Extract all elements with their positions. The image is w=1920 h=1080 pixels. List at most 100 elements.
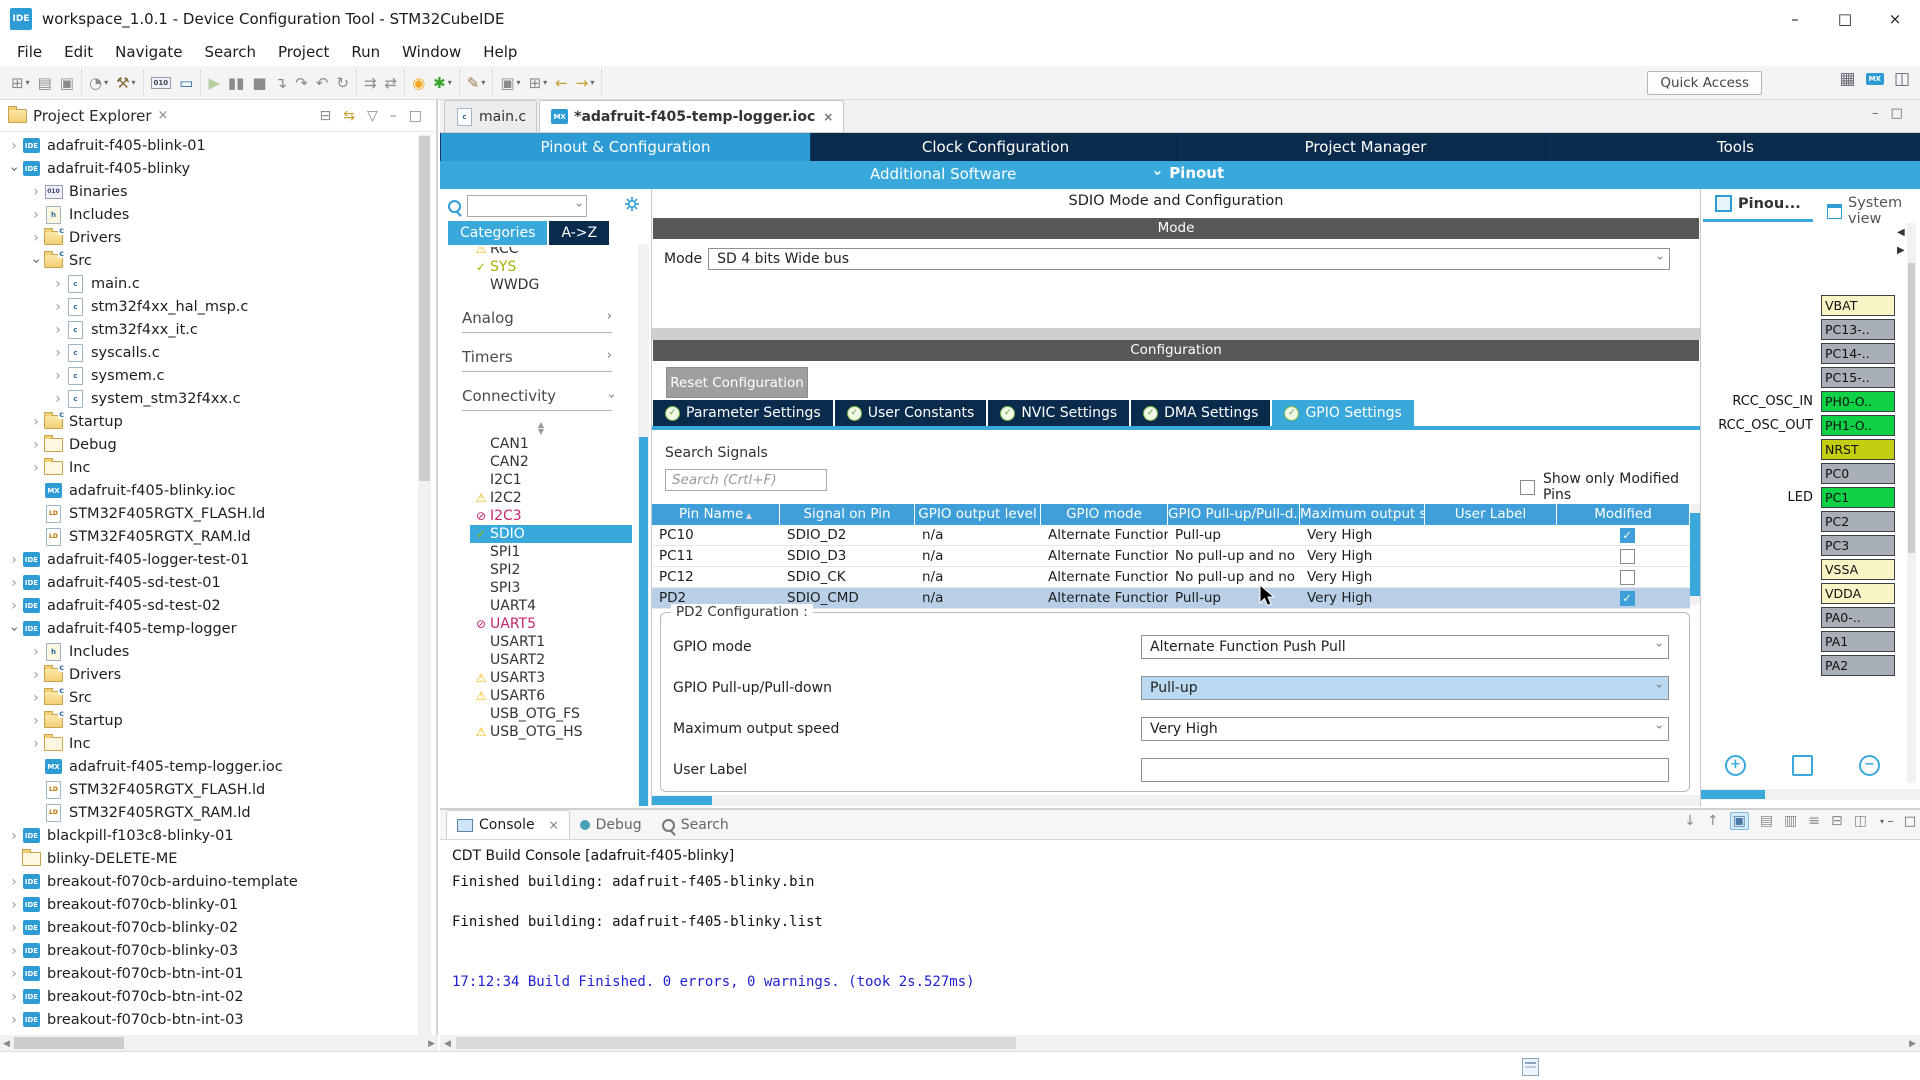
close-tab-icon[interactable]: × [823,110,833,124]
sidebar-item-i2c2[interactable]: ⚠I2C2 [470,489,638,507]
toolbar-annotate-button[interactable]: ✎▾ [463,72,490,94]
sidebar-vertical-scrollbar[interactable] [638,244,649,806]
maximize-icon[interactable]: □ [409,108,422,124]
toolbar-restart-button[interactable]: ↻ [332,72,353,94]
tree-expander-icon[interactable]: › [50,276,66,292]
pin-ph1o[interactable]: PH1-O.. [1821,415,1895,436]
tree-expander-icon[interactable]: › [6,989,22,1005]
column-header[interactable]: Pin Name ▲ [652,504,780,525]
minimize-console-icon[interactable]: – [1887,814,1894,829]
tree-item[interactable]: ›cDrivers [0,663,416,686]
config-tab-user-constants[interactable]: ✓User Constants [835,400,987,426]
category-timers[interactable]: Timers› [462,348,612,372]
expand-right-icon[interactable]: ▶ [1897,245,1905,256]
tree-item[interactable]: ›IDEbreakout-f070cb-arduino-template [0,870,416,893]
sidebar-item-sys[interactable]: ✓SYS [470,258,638,276]
gear-icon[interactable] [624,196,640,216]
view-menu-icon[interactable]: ▽ [367,108,378,124]
toolbar-debug-config-button[interactable]: ◔▾ [85,72,112,94]
tree-item[interactable]: ›IDEadafruit-f405-temp-logger [0,617,416,640]
modified-checkbox[interactable] [1620,570,1635,585]
nav-tab-project-manager[interactable]: Project Manager [1180,133,1550,161]
tree-item[interactable]: ›IDEbreakout-f070cb-blinky-02 [0,916,416,939]
toolbar-build-binary-button[interactable]: 010 [147,75,176,91]
pin-pc2[interactable]: PC2 [1821,511,1895,532]
toolbar-step-into-button[interactable]: ↴ [271,72,292,94]
tree-expander-icon[interactable]: › [6,966,22,982]
collapse-left-icon[interactable]: ◀ [1897,227,1905,238]
category-analog[interactable]: Analog› [462,309,612,333]
pin-pa1[interactable]: PA1 [1821,631,1895,652]
tree-expander-icon[interactable]: › [28,253,44,269]
pinout-vertical-scrollbar[interactable] [1907,223,1916,783]
sidebar-item-uart5[interactable]: ⊘UART5 [470,615,638,633]
pin-pc3[interactable]: PC3 [1821,535,1895,556]
tree-item[interactable]: LDSTM32F405RGTX_FLASH.ld [0,778,416,801]
column-header[interactable]: GPIO output level [915,504,1041,525]
pinout-collapse-control[interactable]: › Pinout [1155,164,1224,182]
editor-tab[interactable]: MX*adafruit-f405-temp-logger.ioc× [539,100,844,132]
show-modified-pins-control[interactable]: Show only Modified Pins [1520,471,1700,503]
link-with-editor-icon[interactable]: ⇆ [343,108,355,124]
clear-console-icon[interactable]: ▥ [1784,813,1797,829]
tree-expander-icon[interactable]: › [28,230,44,246]
modified-checkbox[interactable] [1620,549,1635,564]
toolbar-step-over-button[interactable]: ↷ [291,72,312,94]
tree-expander-icon[interactable]: › [6,575,22,591]
tree-item[interactable]: ›cStartup [0,709,416,732]
sidebar-item-usart6[interactable]: ⚠USART6 [470,687,638,705]
sidebar-item-can2[interactable]: CAN2 [470,453,638,471]
tree-item[interactable]: ›IDEadafruit-f405-blink-01 [0,134,416,157]
sidebar-item-rcc[interactable]: ⚠RCC [470,247,638,258]
field-select[interactable]: Alternate Function Push Pull› [1141,635,1669,659]
maximize-editor-icon[interactable]: □ [1891,106,1903,121]
sidebar-item-usart3[interactable]: ⚠USART3 [470,669,638,687]
sidebar-tab-a->z[interactable]: A->Z [549,221,609,245]
minimize-icon[interactable]: – [390,108,397,124]
tree-expander-icon[interactable]: › [28,184,44,200]
column-header[interactable]: Signal on Pin [780,504,915,525]
config-tab-nvic-settings[interactable]: ✓NVIC Settings [988,400,1129,426]
tree-item[interactable]: ›IDEbreakout-f070cb-blinky-03 [0,939,416,962]
editor-tab[interactable]: cmain.c [444,100,537,132]
console-tab-console[interactable]: Console× [446,810,570,839]
collapse-all-icon[interactable]: ⊟ [320,108,332,124]
table-row[interactable]: PC10SDIO_D2n/aAlternate Function ...Pull… [652,525,1690,546]
toolbar-cubemx-perspective-button[interactable]: MX [1866,73,1884,85]
tab-pinout[interactable]: Pinou... [1715,195,1801,212]
nav-tab-clock-configuration[interactable]: Clock Configuration [810,133,1180,161]
tree-item[interactable]: ›Inc [0,456,416,479]
pin-pc15[interactable]: PC15-.. [1821,367,1895,388]
tree-expander-icon[interactable]: › [28,460,44,476]
tree-expander-icon[interactable]: › [28,437,44,453]
status-clipboard-icon[interactable] [1522,1058,1539,1076]
toolbar-cc-perspective-button[interactable]: ◫ [1894,70,1910,88]
list-scroll-spinner[interactable]: ▲▼ [444,421,638,435]
tree-item[interactable]: ›IDEadafruit-f405-sd-test-02 [0,594,416,617]
sidebar-item-spi2[interactable]: SPI2 [470,561,638,579]
sidebar-item-uart4[interactable]: UART4 [470,597,638,615]
tree-item[interactable]: LDSTM32F405RGTX_RAM.ld [0,525,416,548]
quick-access-button[interactable]: Quick Access [1647,71,1762,95]
pinout-horizontal-scrollbar[interactable] [1701,789,1920,800]
tree-item[interactable]: ›cSrc [0,686,416,709]
sidebar-item-usart2[interactable]: USART2 [470,651,638,669]
pin-pc14[interactable]: PC14-.. [1821,343,1895,364]
sidebar-tab-categories[interactable]: Categories [448,221,547,245]
sidebar-item-i2c3[interactable]: ⊘I2C3 [470,507,638,525]
tree-item[interactable]: ›cstm32f4xx_hal_msp.c [0,295,416,318]
toolbar-relaunch-button[interactable]: ⇄ [381,72,402,94]
tree-expander-icon[interactable]: › [6,943,22,959]
toolbar-pause-button[interactable]: ▮▮ [224,72,249,94]
pin-pc0[interactable]: PC0 [1821,463,1895,484]
explorer-vertical-scrollbar[interactable] [418,134,431,1035]
tree-expander-icon[interactable]: › [28,644,44,660]
reset-configuration-button[interactable]: Reset Configuration [666,367,808,398]
explorer-horizontal-scrollbar[interactable]: ◀ ▶ [0,1035,438,1051]
tree-item[interactable]: ›Debug [0,433,416,456]
editor-horizontal-scrollbar[interactable]: ◀ ▶ [440,1035,1920,1051]
tree-expander-icon[interactable]: › [6,874,22,890]
config-tab-gpio-settings[interactable]: ✓GPIO Settings [1272,400,1413,426]
tree-item[interactable]: ›010Binaries [0,180,416,203]
toolbar-torch-button[interactable]: ◉ [408,72,429,94]
